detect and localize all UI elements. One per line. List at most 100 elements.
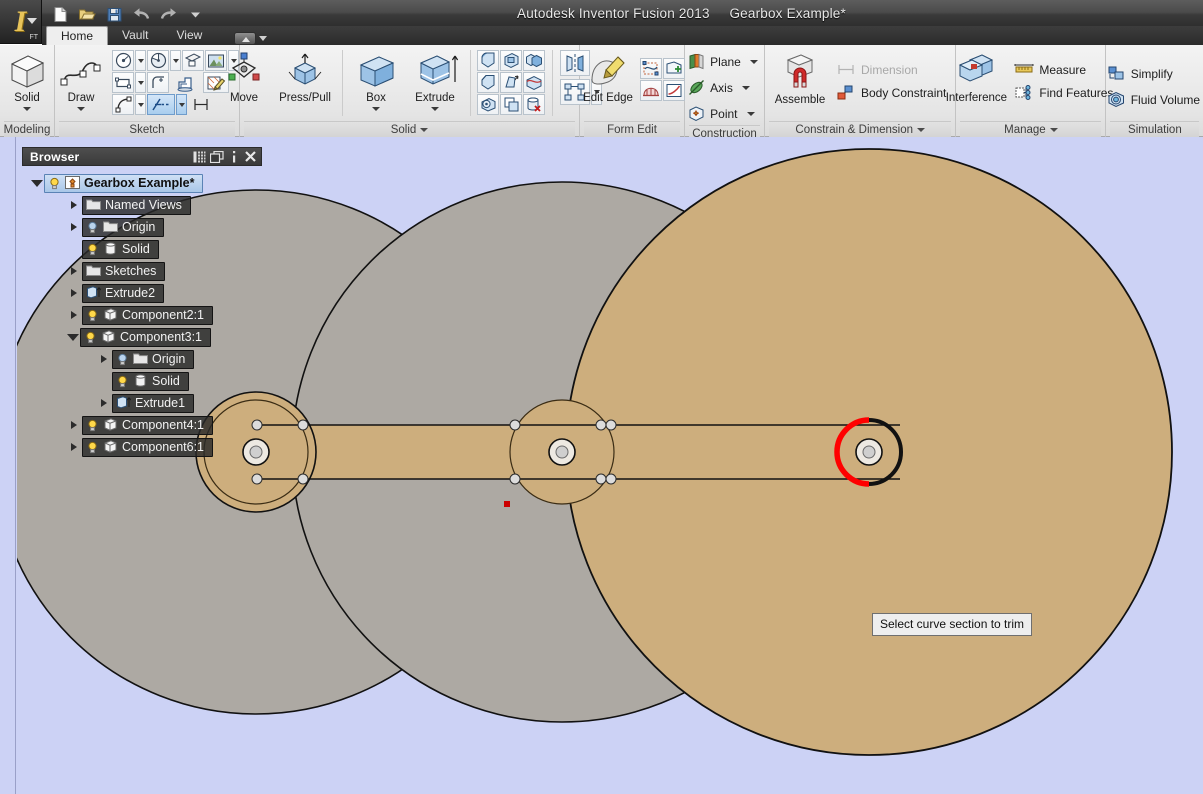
tree-item-named-views[interactable]: Named Views — [22, 194, 262, 216]
construction-axis-dropdown-icon[interactable] — [742, 86, 750, 90]
tree-item-component3[interactable]: Component3:1 — [22, 326, 262, 348]
tree-item-origin-nested[interactable]: Origin — [22, 348, 262, 370]
tree-item-label-wrap[interactable]: Origin — [82, 218, 164, 237]
measure-button[interactable]: Measure — [1012, 58, 1118, 81]
tab-home[interactable]: Home — [46, 26, 108, 45]
tree-twisty-open-icon[interactable] — [30, 177, 42, 189]
box-button-dropdown-icon[interactable] — [372, 107, 380, 111]
tree-item-label-wrap[interactable]: Extrude1 — [112, 394, 194, 413]
edit-form-tool-button[interactable] — [640, 58, 662, 79]
tree-twisty-closed-icon[interactable] — [68, 265, 80, 277]
open-document-button[interactable] — [77, 4, 97, 24]
chamfer-tool-button[interactable] — [477, 72, 499, 93]
split-face-tool-button[interactable] — [523, 72, 545, 93]
tree-item-label-wrap[interactable]: Component3:1 — [80, 328, 211, 347]
browser-filter-icon[interactable] — [191, 148, 208, 165]
application-menu-button[interactable]: I FT — [0, 0, 42, 44]
interference-button[interactable]: Interference — [943, 50, 1009, 104]
press-pull-button[interactable]: Press/Pull — [274, 50, 336, 104]
solid-button-dropdown-icon[interactable] — [23, 107, 31, 111]
lightbulb-on-icon[interactable] — [86, 419, 99, 432]
trim-tool-dropdown[interactable] — [176, 94, 187, 115]
tree-twisty-closed-icon[interactable] — [68, 287, 80, 299]
tree-twisty-closed-icon[interactable] — [98, 353, 110, 365]
spline-tool-button[interactable] — [112, 94, 134, 115]
ribbon-display-options[interactable] — [234, 32, 267, 45]
tree-item-label-wrap[interactable]: Solid — [82, 240, 159, 259]
spline-tool-dropdown[interactable] — [135, 94, 146, 115]
project-tool-button[interactable] — [170, 72, 202, 93]
simplify-button[interactable]: Simplify — [1105, 62, 1178, 85]
tree-twisty-open-icon[interactable] — [66, 331, 78, 343]
ribbon-minimize-icon[interactable] — [234, 32, 256, 45]
tree-item-gearbox-example[interactable]: Gearbox Example* — [22, 172, 262, 194]
tree-item-label-wrap[interactable]: Origin — [112, 350, 194, 369]
tree-twisty-closed-icon[interactable] — [98, 397, 110, 409]
undo-button[interactable] — [131, 4, 151, 24]
construction-point-button[interactable]: Point — [686, 102, 759, 125]
draw-button-dropdown-icon[interactable] — [77, 107, 85, 111]
bridge-tool-button[interactable] — [640, 80, 662, 101]
sketch-dimension-tool-button[interactable] — [188, 94, 214, 115]
lightbulb-on-icon[interactable] — [86, 441, 99, 454]
fluid-volume-button[interactable]: Fluid Volume — [1105, 88, 1203, 111]
box-button[interactable]: Box — [349, 50, 403, 111]
lightbulb-on-icon[interactable] — [48, 177, 61, 190]
assemble-button[interactable]: Assemble — [769, 50, 831, 106]
body-constraint-button[interactable]: Body Constraint — [834, 81, 951, 104]
tree-item-label-wrap[interactable]: Sketches — [82, 262, 165, 281]
rectangle-tool-button[interactable] — [112, 72, 134, 93]
tree-item-solid-nested[interactable]: Solid — [22, 370, 262, 392]
lightbulb-on-icon[interactable] — [86, 243, 99, 256]
tree-item-label-wrap[interactable]: Component4:1 — [82, 416, 213, 435]
lightbulb-on-icon[interactable] — [86, 309, 99, 322]
browser-float-icon[interactable] — [208, 148, 225, 165]
tree-item-extrude2[interactable]: Extrude2 — [22, 282, 262, 304]
lightbulb-on-icon[interactable] — [116, 375, 129, 388]
browser-close-icon[interactable] — [242, 148, 259, 165]
combine-tool-button[interactable] — [523, 50, 545, 71]
arc-tool-dropdown[interactable] — [170, 50, 181, 71]
move-button[interactable]: Move — [217, 50, 271, 104]
tree-item-label-wrap[interactable]: Component6:1 — [82, 438, 213, 457]
circle-tool-dropdown[interactable] — [135, 50, 146, 71]
extrude-button-dropdown-icon[interactable] — [431, 107, 439, 111]
edit-curve-tool-button[interactable] — [663, 80, 685, 101]
tab-vault[interactable]: Vault — [108, 26, 162, 45]
tree-item-label-wrap[interactable]: Solid — [112, 372, 189, 391]
save-document-button[interactable] — [104, 4, 124, 24]
new-document-button[interactable] — [50, 4, 70, 24]
tree-twisty-closed-icon[interactable] — [68, 419, 80, 431]
tree-item-origin[interactable]: Origin — [22, 216, 262, 238]
tree-item-solid[interactable]: Solid — [22, 238, 262, 260]
browser-options-icon[interactable] — [225, 148, 242, 165]
tree-item-label-wrap[interactable]: Extrude2 — [82, 284, 164, 303]
rectangle-tool-dropdown[interactable] — [135, 72, 146, 93]
tree-twisty-closed-icon[interactable] — [68, 199, 80, 211]
dimension-button[interactable]: Dimension — [834, 58, 951, 81]
construction-point-dropdown-icon[interactable] — [747, 112, 755, 116]
tree-item-label-wrap[interactable]: Gearbox Example* — [44, 174, 203, 193]
tree-item-extrude1[interactable]: Extrude1 — [22, 392, 262, 414]
ribbon-options-chevron-icon[interactable] — [259, 36, 267, 41]
arc-tool-button[interactable] — [147, 50, 169, 71]
tree-item-component4[interactable]: Component4:1 — [22, 414, 262, 436]
lightbulb-on-icon[interactable] — [84, 331, 97, 344]
tree-item-component6[interactable]: Component6:1 — [22, 436, 262, 458]
add-point-tool-button[interactable] — [663, 58, 685, 79]
tree-item-component2[interactable]: Component2:1 — [22, 304, 262, 326]
solid-modeling-button[interactable]: Solid — [0, 50, 54, 111]
lightbulb-off-icon[interactable] — [116, 353, 129, 366]
customize-qat-button[interactable] — [185, 4, 205, 24]
sketch-plane-tool-button[interactable] — [182, 50, 204, 71]
graphics-viewport[interactable]: Browser — [0, 137, 1203, 794]
construction-axis-button[interactable]: Axis — [686, 76, 755, 99]
delete-face-tool-button[interactable] — [523, 94, 545, 115]
fillet-tool-button[interactable] — [147, 72, 169, 93]
offset-tool-button[interactable] — [500, 94, 522, 115]
construction-plane-button[interactable]: Plane — [686, 50, 763, 73]
shell-tool-button[interactable] — [500, 50, 522, 71]
tree-item-label-wrap[interactable]: Component2:1 — [82, 306, 213, 325]
tree-item-label-wrap[interactable]: Named Views — [82, 196, 191, 215]
sweep-tool-button[interactable] — [477, 94, 499, 115]
